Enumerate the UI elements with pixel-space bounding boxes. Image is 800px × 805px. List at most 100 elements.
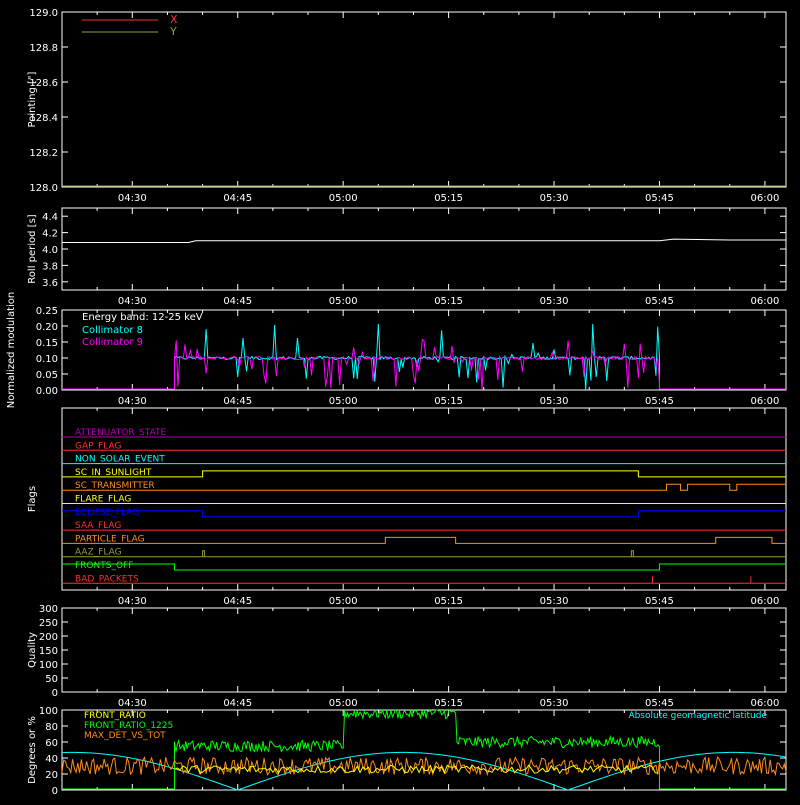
x-tick-label: 05:15 bbox=[434, 698, 463, 709]
x-tick-label: 05:15 bbox=[434, 296, 463, 307]
front-ratio-trace bbox=[174, 764, 659, 775]
y-tick-label: 3.8 bbox=[42, 261, 58, 272]
y-tick-label: 0 bbox=[52, 688, 58, 699]
x-tick-label: 04:30 bbox=[118, 396, 147, 407]
flag-trace bbox=[62, 470, 786, 478]
y-tick-label: 200 bbox=[39, 632, 58, 643]
flag-trace bbox=[62, 510, 786, 518]
flag-label: AAZ_FLAG bbox=[75, 548, 122, 558]
energy-band-annotation: Energy band: 12-25 keV bbox=[82, 312, 203, 323]
y-tick-label: 4.4 bbox=[42, 212, 58, 223]
y-tick-label: 0.10 bbox=[36, 354, 58, 365]
x-tick-label: 05:15 bbox=[434, 396, 463, 407]
x-tick-label: 05:00 bbox=[329, 296, 358, 307]
x-tick-label: 05:30 bbox=[540, 596, 569, 607]
x-tick-label: 05:00 bbox=[329, 396, 358, 407]
flag-label: FRONTS_OFF bbox=[75, 561, 133, 571]
x-tick-label: 05:45 bbox=[645, 193, 674, 204]
y-tick-label: 0.20 bbox=[36, 322, 58, 333]
x-tick-label: 05:00 bbox=[329, 193, 358, 204]
y-axis-label: Quality bbox=[27, 632, 38, 668]
x-tick-label: 04:45 bbox=[223, 193, 252, 204]
y-tick-label: 4.2 bbox=[42, 229, 58, 240]
max-det-vs-tot-trace bbox=[61, 755, 787, 777]
x-tick-label: 04:30 bbox=[118, 596, 147, 607]
flag-label: SAA_FLAG bbox=[75, 521, 121, 531]
panel-frame bbox=[61, 207, 787, 291]
y-tick-label: 128.0 bbox=[29, 183, 58, 194]
panel-flags: 04:30 04:45 05:00 05:15 05:30 05:45 06:00 Flags… bbox=[27, 407, 787, 607]
x-tick-label: 04:30 bbox=[118, 698, 147, 709]
panel-modulation: 04:30 04:45 05:00 05:15 05:30 05:45 06:00 0.00 0… bbox=[6, 292, 787, 409]
flag-label: FLARE_FLAG bbox=[75, 495, 131, 505]
flag-label: ATTENUATOR_STATE bbox=[75, 428, 167, 438]
aaz-spike bbox=[630, 550, 634, 557]
x-tick-label: 06:00 bbox=[750, 396, 779, 407]
legend-label: Collimator 8 bbox=[82, 325, 143, 336]
flag-trace bbox=[62, 483, 786, 491]
plot-canvas: 04:30 04:45 05:00 05:15 05:30 05:45 06:00 128.0… bbox=[6, 8, 787, 797]
y-tick-label: 0.00 bbox=[36, 386, 58, 397]
aaz-spike bbox=[202, 550, 206, 557]
y-tick-label: 128.2 bbox=[29, 148, 58, 159]
x-tick-label: 05:45 bbox=[645, 296, 674, 307]
x-tick-label: 06:00 bbox=[750, 296, 779, 307]
y-tick-label: 80 bbox=[45, 722, 58, 733]
x-tick-label: 05:00 bbox=[329, 698, 358, 709]
legend-label-right: Absolute geomagnetic latitude bbox=[628, 711, 767, 721]
flag-label: SC_IN_SUNLIGHT bbox=[75, 468, 152, 478]
y-tick-label: 100 bbox=[39, 706, 58, 717]
legend-label: MAX_DET_VS_TOT bbox=[84, 731, 166, 741]
x-tick-label: 06:00 bbox=[750, 193, 779, 204]
x-tick-label: 05:30 bbox=[540, 396, 569, 407]
x-tick-label: 06:00 bbox=[750, 698, 779, 709]
x-tick-label: 04:45 bbox=[223, 698, 252, 709]
x-tick-label: 05:30 bbox=[540, 296, 569, 307]
x-tick-label: 05:45 bbox=[645, 596, 674, 607]
y-tick-label: 0.25 bbox=[36, 306, 58, 317]
legend-label: Collimator 9 bbox=[82, 337, 143, 348]
panel-pointing: 04:30 04:45 05:00 05:15 05:30 05:45 06:00 128.0… bbox=[27, 8, 787, 204]
x-tick-label: 06:00 bbox=[750, 596, 779, 607]
y-tick-label: 128.8 bbox=[29, 43, 58, 54]
rhessi-quicklook-plot: 04:30 04:45 05:00 05:15 05:30 05:45 06:00 128.0… bbox=[0, 0, 800, 800]
y-axis-label: Pointing ["] bbox=[27, 71, 38, 127]
y-tick-label: 60 bbox=[45, 738, 58, 749]
flag-label: BAD_PACKETS bbox=[75, 574, 139, 584]
flag-trace bbox=[62, 563, 786, 571]
panel-roll: 04:30 04:45 05:00 05:15 05:30 05:45 06:00 3.6 3.… bbox=[27, 207, 787, 307]
x-tick-label: 05:45 bbox=[645, 396, 674, 407]
x-tick-label: 05:30 bbox=[540, 698, 569, 709]
x-tick-label: 05:00 bbox=[329, 596, 358, 607]
panel-frame bbox=[61, 11, 787, 188]
y-tick-label: 129.0 bbox=[29, 8, 58, 19]
flag-label: GAP_FLAG bbox=[75, 441, 121, 451]
y-tick-label: 40 bbox=[45, 754, 58, 765]
x-tick-label: 04:45 bbox=[223, 596, 252, 607]
y-axis-label: Flags bbox=[27, 486, 38, 512]
y-axis-label: Roll period [s] bbox=[27, 214, 38, 283]
x-tick-label: 05:15 bbox=[434, 193, 463, 204]
flag-trace bbox=[62, 536, 786, 544]
panel-ratios: 0 20 40 60 80 100Degrees or % FRONT_RATIOFRONT… bbox=[27, 706, 787, 797]
flag-label: ECLIPSE_FLAG bbox=[75, 508, 139, 518]
panel-quality: 04:30 04:45 05:00 05:15 05:30 05:45 06:00 0 50 10… bbox=[27, 604, 787, 709]
legend-label: FRONT_RATIO_1225 bbox=[84, 721, 173, 731]
collimator-9-trace bbox=[62, 338, 786, 390]
legend-label: Y bbox=[169, 25, 177, 38]
panel-frame bbox=[61, 407, 787, 591]
x-tick-label: 04:30 bbox=[118, 193, 147, 204]
panel-frame bbox=[61, 607, 787, 693]
y-tick-label: 3.6 bbox=[42, 278, 58, 289]
y-tick-label: 4.0 bbox=[42, 245, 58, 256]
y-tick-label: 250 bbox=[39, 618, 58, 629]
x-tick-label: 05:45 bbox=[645, 698, 674, 709]
y-tick-label: 0.15 bbox=[36, 338, 58, 349]
x-tick-label: 05:30 bbox=[540, 193, 569, 204]
y-tick-label: 0 bbox=[52, 786, 58, 797]
roll-period-line bbox=[62, 238, 786, 243]
x-tick-label: 05:15 bbox=[434, 596, 463, 607]
y-axis-label: Normalized modulation bbox=[6, 292, 17, 409]
y-tick-label: 100 bbox=[39, 660, 58, 671]
x-tick-label: 04:45 bbox=[223, 396, 252, 407]
